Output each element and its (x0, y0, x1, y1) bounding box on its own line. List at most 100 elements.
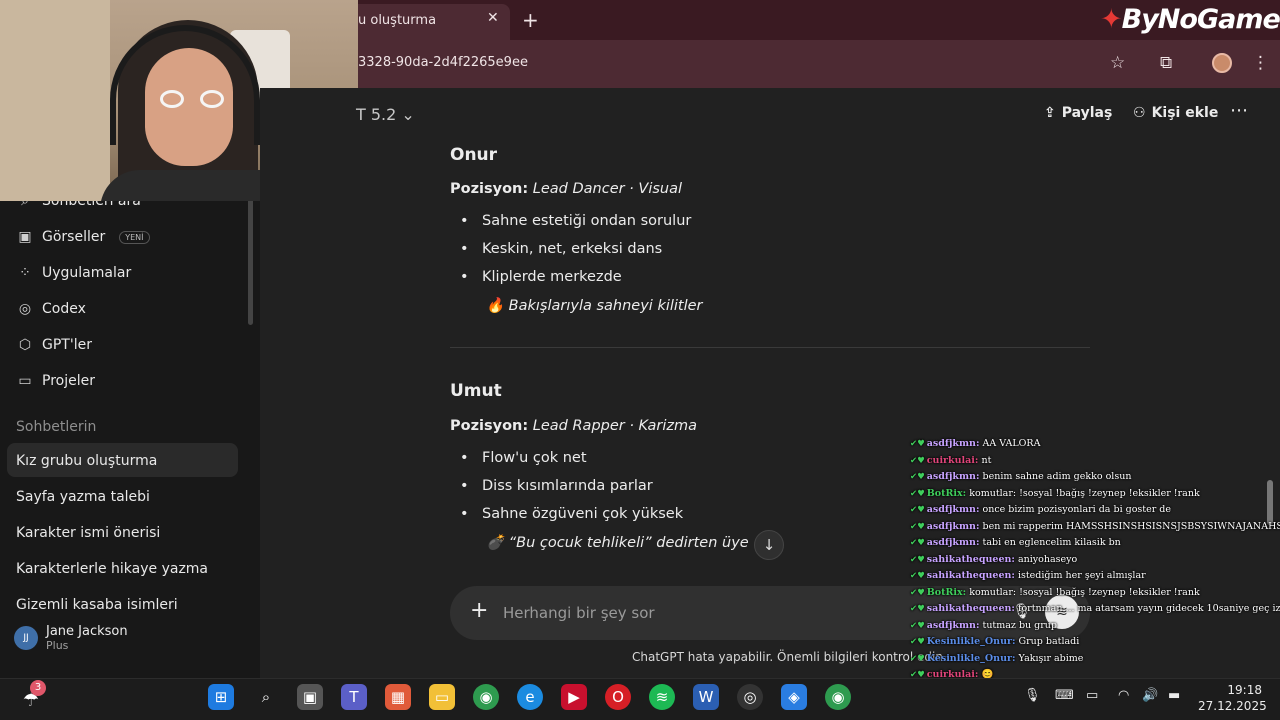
opera-icon[interactable]: O (605, 684, 631, 710)
chat-item[interactable]: Kız grubu oluşturma (16, 453, 157, 469)
divider (450, 347, 1090, 348)
list-item: Sahne özgüveni çok yüksek (460, 506, 683, 522)
tab-close-icon[interactable]: ✕ (487, 10, 499, 26)
task-view-icon[interactable]: ▣ (297, 684, 323, 710)
keyboard-icon[interactable]: ⌨ (1055, 688, 1074, 703)
chat-text: komutlar: !sosyal !bağış !zeynep !eksikl… (969, 586, 1200, 598)
stream-chat-overlay: ✔♥ asdfjkmn: AA VALORA ✔♥ cuirkulai: nt ✔♥ as… (910, 438, 1280, 719)
spotify-icon[interactable]: ≋ (649, 684, 675, 710)
word-icon[interactable]: W (693, 684, 719, 710)
browser-menu-icon[interactable]: ⋮ (1252, 53, 1269, 73)
media-icon[interactable]: ▶ (561, 684, 587, 710)
chat-username: BotRix: (926, 487, 967, 499)
sidebar-scrollbar[interactable] (248, 195, 253, 325)
watermark-logo: ✦ByNoGame (1100, 4, 1280, 35)
add-person-button[interactable]: ⚇ Kişi ekle (1133, 105, 1218, 121)
edge-icon[interactable]: e (517, 684, 543, 710)
user-profile[interactable]: JJ Jane Jackson Plus (14, 624, 128, 652)
chat-username: asdfjkmn: (926, 438, 980, 449)
chat-text: AA VALORA (982, 438, 1041, 449)
more-options-icon[interactable]: ⋯ (1230, 100, 1248, 121)
volume-icon[interactable]: 🔊 (1142, 688, 1158, 703)
model-selector[interactable]: T 5.2 ⌄ (356, 105, 415, 124)
apps-icon: ⁘ (19, 265, 31, 281)
attach-plus-icon[interactable]: + (470, 598, 488, 623)
chrome-icon[interactable]: ◉ (473, 684, 499, 710)
search-icon[interactable]: ⌕ (253, 684, 279, 710)
scroll-down-button[interactable]: ↓ (754, 530, 784, 560)
mic-tray-icon[interactable]: 🎙 (1024, 688, 1041, 703)
tab-title[interactable]: u oluşturma (358, 13, 436, 28)
chats-section-title: Sohbetlerin (16, 419, 97, 435)
battery-icon[interactable]: ▬ (1168, 688, 1180, 703)
sidebar-item-codex[interactable]: ◎ Codex (16, 301, 86, 317)
clock-date: 27.12.2025 (1198, 699, 1267, 713)
windows-icon[interactable]: ⊞ (208, 684, 234, 710)
list-item: Diss kısımlarında parlar (460, 478, 653, 494)
chat-text: aniyohaseyo (1017, 553, 1078, 565)
chat-text: Yakışır abime (1018, 652, 1084, 664)
notification-badge: 3 (30, 680, 46, 696)
bookmark-star-icon[interactable]: ☆ (1110, 53, 1125, 73)
chat-badges-icon: ✔♥ (910, 455, 925, 466)
member-note: 🔥 Bakışlarıyla sahneyi kilitler (486, 298, 703, 314)
chat-message: ✔♥ asdfjkmn: tabi en eglencelim kilasik b… (910, 537, 1280, 554)
share-button[interactable]: ⇪ Paylaş (1044, 105, 1112, 121)
chat-item[interactable]: Gizemli kasaba isimleri (16, 597, 178, 613)
chat-text: tabi en eglencelim kilasik bn (982, 537, 1121, 548)
chat-message: ✔♥ asdfjkmn: once bizim pozisyonlari da b… (910, 504, 1280, 521)
teams-icon[interactable]: T (341, 684, 367, 710)
chat-item[interactable]: Karakterlerle hikaye yazma (16, 561, 208, 577)
chat-badges-icon: ✔♥ (910, 604, 925, 614)
chat-username: asdfjkmn: (926, 471, 980, 482)
chat-badges-icon: ✔♥ (910, 472, 925, 482)
display-icon[interactable]: ▭ (1086, 688, 1098, 703)
chat-text: benim sahne adim gekko olsun (982, 471, 1132, 482)
sidebar-item-gpts[interactable]: ⬡ GPT'ler (16, 337, 92, 353)
url-text[interactable]: 3328-90da-2d4f2265e9ee (358, 55, 528, 70)
chat-badges-icon: ✔♥ (910, 521, 925, 532)
avatar: JJ (14, 626, 38, 650)
sidebar-item-images[interactable]: ▣ Görseller YENİ (16, 229, 150, 245)
sidebar-item-projects[interactable]: ▭ Projeler (16, 373, 95, 389)
new-tab-button[interactable]: + (522, 8, 539, 32)
chat-item[interactable]: Sayfa yazma talebi (16, 489, 150, 505)
chat-message: ✔♥ BotRix: komutlar: !sosyal !bağış !zeyn… (910, 488, 1280, 505)
chat-badges-icon: ✔♥ (910, 571, 925, 581)
list-item: Flow'u çok net (460, 450, 587, 466)
chat-badges-icon: ✔♥ (910, 554, 925, 565)
chat-message: ✔♥ Kesinlikle_Onur: Grup batladi (910, 636, 1280, 653)
chat-username: sahikathequeen: (926, 570, 1015, 581)
sidebar-item-apps[interactable]: ⁘ Uygulamalar (16, 265, 131, 281)
member-heading: Onur (450, 145, 498, 165)
obs-icon[interactable]: ◎ (737, 684, 763, 710)
chat-username: sahikathequeen: (926, 603, 1015, 614)
chat-badges-icon: ✔♥ (910, 620, 925, 631)
chat-username: Kesinlikle_Onur: (926, 636, 1016, 647)
chrome-active-icon[interactable]: ◉ (825, 684, 851, 710)
prompt-input[interactable]: Herhangi bir şey sor (503, 604, 655, 622)
member-heading: Umut (450, 381, 502, 401)
clock-time: 19:18 (1227, 683, 1262, 697)
store-icon[interactable]: ▦ (385, 684, 411, 710)
user-name: Jane Jackson (46, 624, 128, 639)
profile-avatar[interactable] (1212, 53, 1232, 73)
chat-username: asdfjkmn: (926, 504, 980, 515)
member-position: Pozisyon: Lead Dancer · Visual (450, 181, 683, 197)
vpn-icon[interactable]: ◈ (781, 684, 807, 710)
chat-username: asdfjkmn: (926, 619, 980, 631)
chat-username: asdfjkmn: (926, 537, 980, 548)
wifi-icon[interactable]: ◠ (1118, 688, 1129, 703)
chat-username: cuirkulai: (926, 454, 979, 466)
chat-message: ✔♥ BotRix: komutlar: !sosyal !bağış !zeyn… (910, 587, 1280, 604)
chat-item[interactable]: Karakter ismi önerisi (16, 525, 160, 541)
clock[interactable]: 19:18 27.12.2025 (1198, 682, 1267, 714)
member-note: 💣 “Bu çocuk tehlikeli” dedirten üye (486, 535, 749, 551)
explorer-icon[interactable]: ▭ (429, 684, 455, 710)
chat-badges-icon: ✔♥ (910, 637, 925, 647)
chat-username: Kesinlikle_Onur: (926, 652, 1016, 664)
user-plan: Plus (46, 639, 69, 652)
chat-text: nt (981, 454, 992, 466)
chat-username: sahikathequeen: (926, 553, 1015, 565)
extensions-icon[interactable]: ⧉ (1160, 53, 1172, 73)
